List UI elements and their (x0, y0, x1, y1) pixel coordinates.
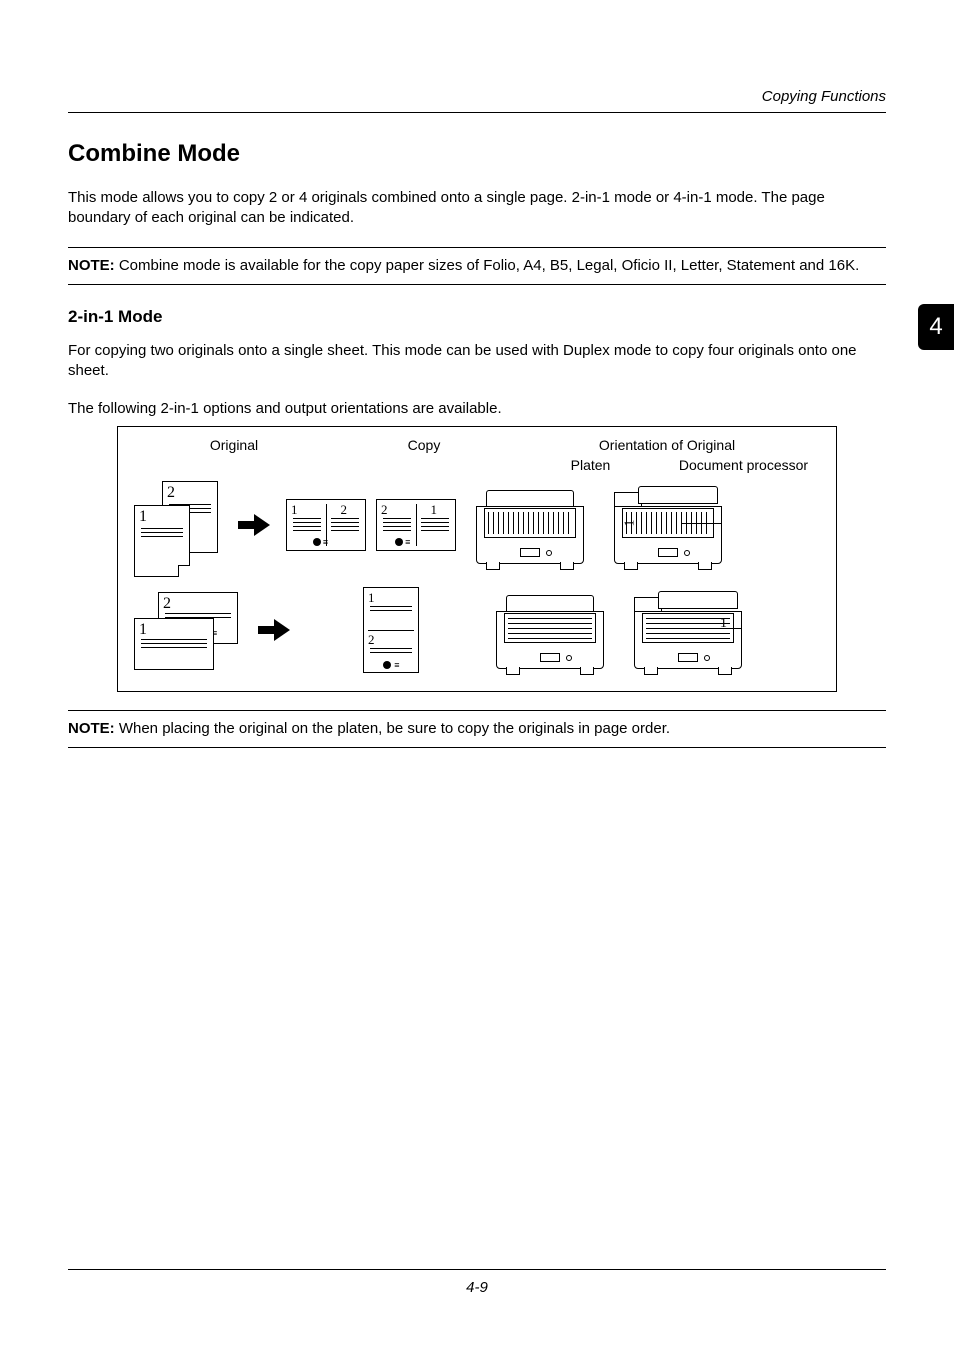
subsection-title: 2-in-1 Mode (68, 307, 886, 327)
footer-rule (68, 1269, 886, 1270)
platen-icon (470, 486, 590, 564)
copy-stack-row2: 1 2 ≡ (306, 587, 476, 673)
copy-1-2: 1 2 ≡ (286, 499, 366, 551)
page-number: 4-9 (0, 1279, 954, 1296)
note-text: Combine mode is available for the copy p… (115, 257, 860, 274)
section-title: Combine Mode (68, 140, 886, 168)
copy-2-1: 2 1 ≡ (376, 499, 456, 551)
sub-paragraph: For copying two originals onto a single … (68, 341, 886, 382)
document-processor-icon: 1 (628, 591, 748, 669)
running-header: Copying Functions (762, 88, 886, 105)
diagram-row-1: 2 1 ≡ (134, 481, 820, 569)
copy-1-over-2: 1 2 ≡ (363, 587, 419, 673)
original-page-1-landscape: 1 (134, 618, 214, 670)
diagram-wrap: Original Copy Orientation of Original Pl… (68, 426, 886, 692)
col-orientation: Orientation of Original (514, 437, 820, 453)
orientation-pair-row2: 1 (490, 591, 748, 669)
copy-pair-row1: 1 2 ≡ 2 1 (286, 499, 456, 551)
diagram-subheader-row: Platen Document processor (134, 457, 820, 473)
original-portrait-stack: 2 1 ≡ (134, 481, 224, 569)
col-original: Original (134, 437, 334, 453)
content-area: Combine Mode This mode allows you to cop… (68, 140, 886, 770)
corner-fold-icon (178, 565, 190, 577)
intro-paragraph: This mode allows you to copy 2 or 4 orig… (68, 188, 886, 229)
col-document-processor: Document processor (667, 457, 820, 473)
col-copy: Copy (334, 437, 514, 453)
note-combine-sizes: NOTE: Combine mode is available for the … (68, 247, 886, 285)
document-processor-icon: 1 (608, 486, 728, 564)
options-sentence: The following 2-in-1 options and output … (68, 399, 886, 419)
page: Copying Functions 4 Combine Mode This mo… (0, 0, 954, 1350)
header-rule (68, 112, 886, 113)
arrow-icon (258, 621, 292, 639)
diagram-header-row: Original Copy Orientation of Original (134, 437, 820, 453)
chapter-tab: 4 (918, 304, 954, 350)
note-lead: NOTE: (68, 257, 115, 274)
note-text: When placing the original on the platen,… (115, 720, 670, 737)
diagram-row-2: 2 ≡ 1 (134, 587, 820, 673)
diagram-box: Original Copy Orientation of Original Pl… (117, 426, 837, 692)
note-lead: NOTE: (68, 720, 115, 737)
orientation-pair-row1: 1 (470, 486, 728, 564)
note-page-order: NOTE: When placing the original on the p… (68, 710, 886, 748)
platen-icon (490, 591, 610, 669)
col-platen: Platen (514, 457, 667, 473)
arrow-icon (238, 516, 272, 534)
original-landscape-stack: 2 ≡ 1 (134, 592, 244, 668)
original-page-1: 1 ≡ (134, 505, 190, 577)
